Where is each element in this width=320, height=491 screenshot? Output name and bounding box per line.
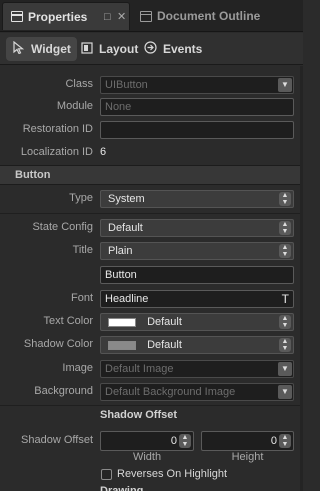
text-color-swatch — [108, 317, 136, 327]
tab-events[interactable]: Events — [138, 37, 208, 61]
shadow-offset-label: Shadow Offset — [21, 434, 93, 446]
height-label: Height — [231, 451, 264, 463]
width-label: Width — [132, 451, 162, 463]
divider — [0, 213, 303, 214]
state-config-row: State Config Default ▲ ▼ — [0, 217, 303, 239]
class-value: UIButton — [105, 79, 148, 91]
properties-icon — [11, 11, 23, 22]
chevron-down-icon[interactable]: ▼ — [278, 78, 292, 92]
restoration-label: Restoration ID — [22, 123, 93, 135]
tab-document-outline-label: Document Outline — [157, 9, 261, 23]
localization-row: Localization ID 6 — [0, 142, 303, 164]
shadow-width-value: 0 — [170, 435, 177, 447]
divider — [0, 405, 303, 406]
title-label: Title — [72, 244, 93, 256]
restoration-row: Restoration ID — [0, 119, 303, 141]
scrollbar[interactable] — [300, 66, 303, 491]
restoration-id-field[interactable] — [100, 121, 294, 139]
tab-properties[interactable]: Properties □ ✕ — [2, 2, 130, 30]
title-text-field[interactable]: Button — [100, 266, 294, 284]
panel-tab-bar: Properties □ ✕ Document Outline — [0, 0, 303, 32]
localization-value: 6 — [100, 146, 107, 158]
popup-arrows-icon: ▲ ▼ — [279, 315, 291, 329]
stepper-icon[interactable]: ▲ ▼ — [179, 434, 191, 448]
inspector-toolbar: Widget Layout Events — [0, 33, 303, 65]
font-field[interactable]: Headline T — [100, 290, 294, 308]
cursor-icon — [12, 40, 25, 57]
tab-layout-label: Layout — [99, 42, 139, 56]
popup-arrows-icon: ▲ ▼ — [279, 338, 291, 352]
shadow-width-field[interactable]: 0 ▲ ▼ — [100, 431, 194, 451]
text-color-popup[interactable]: Default ▲ ▼ — [100, 313, 294, 331]
background-label: Background — [34, 385, 93, 397]
shadow-color-swatch — [108, 340, 136, 350]
font-label: Font — [70, 292, 93, 304]
background-combo[interactable]: Default Background Image ▼ — [100, 383, 294, 401]
shadow-offset-header: Shadow Offset — [100, 409, 178, 421]
layout-icon — [80, 41, 93, 57]
type-value: System — [108, 193, 145, 205]
text-color-row: Text Color Default ▲ ▼ — [0, 311, 303, 333]
tab-layout[interactable]: Layout — [74, 37, 144, 61]
shadow-color-popup[interactable]: Default ▲ ▼ — [100, 336, 294, 354]
class-combo[interactable]: UIButton ▼ — [100, 76, 294, 94]
title-value: Plain — [108, 245, 133, 257]
title-popup[interactable]: Plain ▲ ▼ — [100, 242, 294, 260]
module-row: Module None — [0, 96, 303, 118]
state-config-popup[interactable]: Default ▲ ▼ — [100, 219, 294, 237]
reverses-on-highlight-checkbox[interactable] — [101, 469, 112, 480]
document-outline-icon — [140, 10, 152, 22]
state-config-label: State Config — [32, 221, 93, 233]
font-picker-icon[interactable]: T — [282, 292, 289, 306]
shadow-color-value: Default — [147, 339, 182, 351]
shadow-color-label: Shadow Color — [23, 338, 93, 350]
state-config-value: Default — [108, 222, 143, 234]
type-popup[interactable]: System ▲ ▼ — [100, 190, 294, 208]
chevron-down-icon[interactable]: ▼ — [278, 385, 292, 399]
arrow-circle-icon — [144, 41, 157, 57]
background-value: Default Background Image — [105, 386, 236, 398]
image-row: Image Default Image ▼ — [0, 358, 303, 380]
popup-arrows-icon: ▲ ▼ — [279, 244, 291, 258]
font-value: Headline — [105, 293, 149, 305]
type-label: Type — [69, 192, 93, 204]
localization-label: Localization ID — [20, 146, 93, 158]
type-row: Type System ▲ ▼ — [0, 188, 303, 210]
image-label: Image — [62, 362, 93, 374]
tab-events-label: Events — [163, 42, 203, 56]
close-icon[interactable]: ✕ — [117, 11, 126, 23]
popup-arrows-icon: ▲ ▼ — [279, 221, 291, 235]
button-section-header: Button — [0, 165, 303, 185]
chevron-down-icon[interactable]: ▼ — [278, 362, 292, 376]
image-value: Default Image — [105, 363, 174, 375]
module-label: Module — [56, 100, 93, 112]
class-row: Class UIButton ▼ — [0, 74, 303, 96]
reverses-on-highlight-label: Reverses On Highlight — [117, 468, 228, 480]
title-row: Title Plain ▲ ▼ — [0, 240, 303, 262]
title-text-row: Button — [0, 264, 303, 286]
stepper-icon[interactable]: ▲ ▼ — [279, 434, 291, 448]
font-row: Font Headline T — [0, 288, 303, 310]
tab-properties-label: Properties — [28, 9, 88, 24]
module-field[interactable]: None — [100, 98, 294, 116]
tab-document-outline[interactable]: Document Outline — [134, 2, 300, 30]
text-color-value: Default — [147, 316, 182, 328]
class-label: Class — [65, 78, 93, 90]
tab-widget[interactable]: Widget — [6, 37, 77, 61]
background-row: Background Default Background Image ▼ — [0, 381, 303, 403]
text-color-label: Text Color — [43, 315, 93, 327]
shadow-color-row: Shadow Color Default ▲ ▼ — [0, 334, 303, 356]
shadow-height-field[interactable]: 0 ▲ ▼ — [201, 431, 294, 451]
minimize-icon[interactable]: □ — [104, 11, 111, 23]
image-combo[interactable]: Default Image ▼ — [100, 360, 294, 378]
tab-widget-label: Widget — [31, 42, 71, 56]
shadow-height-value: 0 — [270, 435, 277, 447]
popup-arrows-icon: ▲ ▼ — [279, 192, 291, 206]
drawing-header-cut: Drawing — [100, 485, 144, 491]
